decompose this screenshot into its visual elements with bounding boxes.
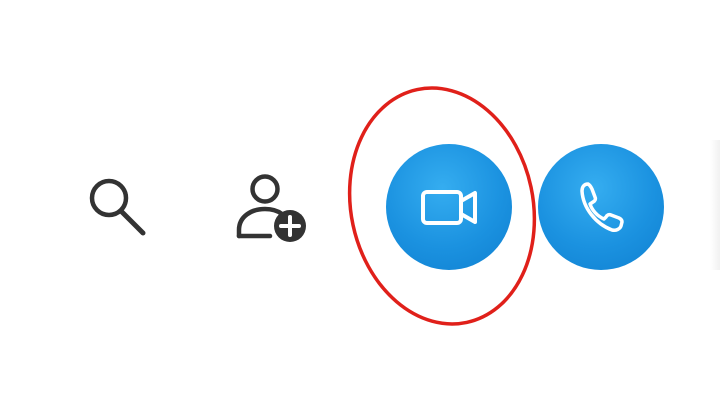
add-contact-button[interactable] xyxy=(232,170,312,246)
audio-call-button[interactable] xyxy=(538,144,664,270)
video-call-button[interactable] xyxy=(386,144,512,270)
video-camera-icon xyxy=(421,190,477,225)
app-canvas xyxy=(0,0,720,406)
search-button[interactable] xyxy=(82,172,152,242)
call-toolbar xyxy=(0,0,720,406)
search-icon xyxy=(89,178,146,236)
add-person-icon xyxy=(236,174,306,242)
panel-edge xyxy=(710,140,720,270)
phone-icon xyxy=(580,182,624,232)
